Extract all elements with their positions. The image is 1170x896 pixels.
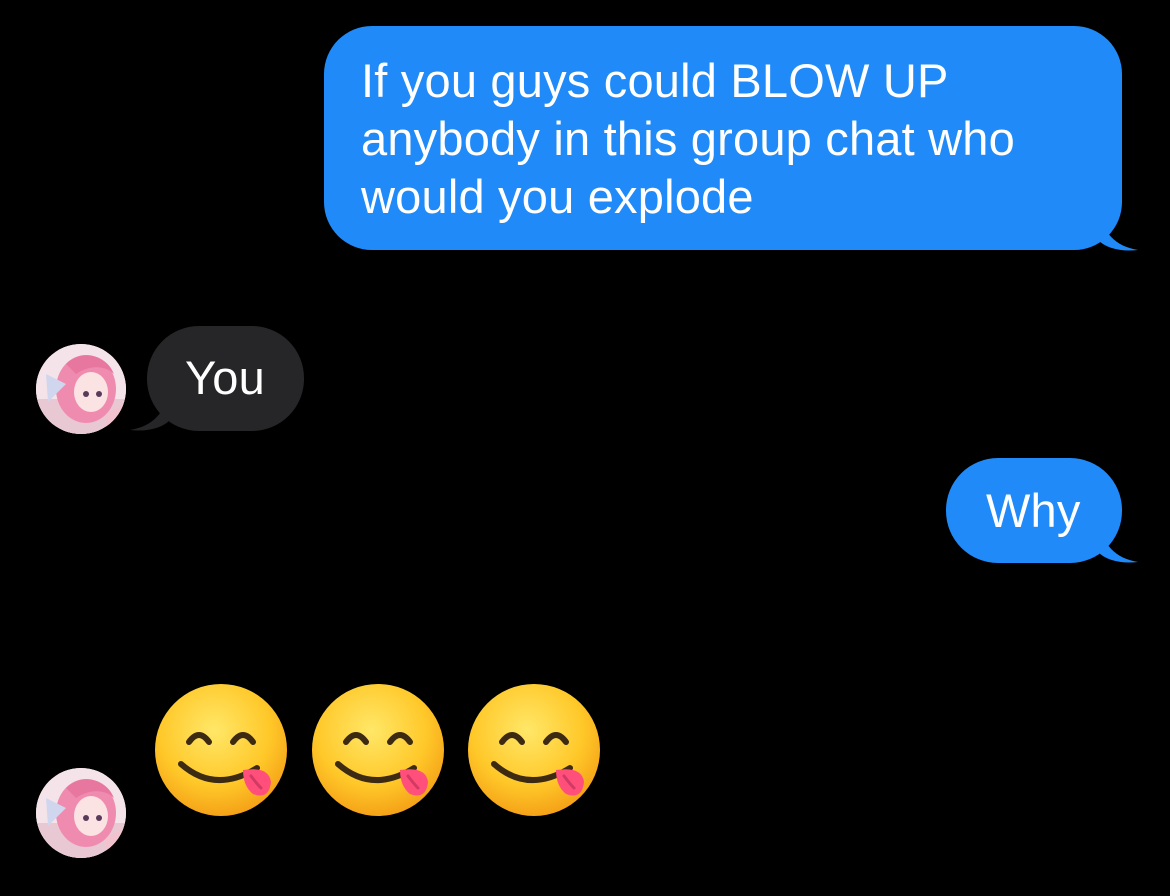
face-savoring-food-icon (310, 682, 446, 818)
face-savoring-food-icon (153, 682, 289, 818)
outgoing-message-bubble[interactable]: If you guys could BLOW UP anybody in thi… (324, 26, 1122, 250)
bubble-tail (1098, 212, 1138, 252)
message-text: Why (986, 484, 1081, 537)
bubble-tail (1098, 524, 1138, 564)
message-thread: If you guys could BLOW UP anybody in thi… (0, 0, 1170, 896)
outgoing-message-bubble[interactable]: Why (946, 458, 1122, 563)
contact-avatar[interactable] (36, 344, 126, 434)
message-text: If you guys could BLOW UP anybody in thi… (361, 54, 1015, 223)
message-text: You (185, 351, 265, 404)
contact-avatar[interactable] (36, 768, 126, 858)
face-savoring-food-icon (466, 682, 602, 818)
incoming-message-bubble[interactable]: You (147, 326, 304, 431)
bubble-tail (130, 392, 170, 432)
avatar-image (36, 344, 126, 434)
avatar-image (36, 768, 126, 858)
